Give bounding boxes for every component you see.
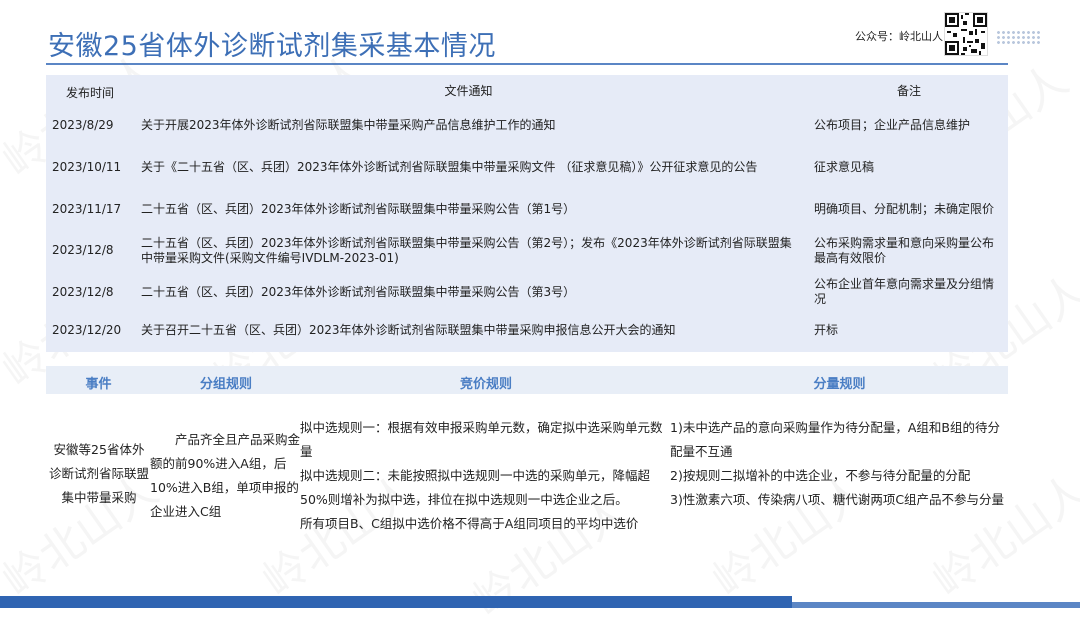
- footer-bar: [0, 596, 792, 608]
- bidding-rule-3: 所有项目B、C组拟中选价格不得高于A组同项目的平均中选价: [300, 516, 639, 531]
- row-remark: 明确项目、分配机制；未确定限价: [814, 202, 995, 216]
- row-notice: 二十五省（区、兵团）2023年体外诊断试剂省际联盟集中带量采购公告（第3号）: [141, 285, 576, 299]
- row-date: 2023/10/11: [52, 160, 122, 174]
- row-notice: 关于《二十五省（区、兵团）2023年体外诊断试剂省际联盟集中带量采购文件 （征求…: [141, 160, 758, 174]
- row-date: 2023/12/20: [52, 323, 122, 337]
- row-remark: 征求意见稿: [814, 160, 875, 174]
- row-remark: 公布企业首年意向需求量及分组情况: [814, 277, 995, 306]
- header-grouping: 分组规则: [199, 377, 252, 392]
- allocation-rule-1: 1)未中选产品的意向采购量作为待分配量，A组和B组的待分配量不互通: [670, 420, 1000, 459]
- header-notice: 文件通知: [444, 84, 493, 98]
- row-date: 2023/12/8: [52, 285, 114, 299]
- rules-table-header: 事件 分组规则 竞价规则 分量规则: [46, 366, 1008, 394]
- row-remark: 公布采购需求量和意向采购量公布最高有效限价: [814, 236, 995, 265]
- title-underline: [46, 63, 1008, 65]
- header-event: 事件: [85, 377, 112, 392]
- allocation-rule-2: 2)按规则二拟增补的中选企业，不参与待分配量的分配: [670, 468, 971, 483]
- header-allocation: 分量规则: [813, 377, 866, 392]
- header-remark: 备注: [896, 84, 921, 98]
- rule-bidding: 拟中选规则一：根据有效申报采购单元数，确定拟中选采购单元数量 拟中选规则二：未能…: [300, 416, 670, 536]
- row-notice: 关于开展2023年体外诊断试剂省际联盟集中带量采购产品信息维护工作的通知: [141, 118, 556, 132]
- footer-bar-accent: [792, 602, 1080, 608]
- row-date: 2023/12/8: [52, 243, 114, 257]
- row-date: 2023/11/17: [52, 202, 122, 216]
- bidding-rule-2: 拟中选规则二：未能按照拟中选规则一中选的采购单元，降幅超50%则增补为拟中选，排…: [300, 468, 651, 507]
- rule-event: 安徽等25省体外诊断试剂省际联盟集中带量采购: [48, 442, 149, 505]
- allocation-rule-3: 3)性激素六项、传染病八项、糖代谢两项C组产品不参与分量: [670, 492, 1005, 507]
- rule-allocation: 1)未中选产品的意向采购量作为待分配量，A组和B组的待分配量不互通 2)按规则二…: [670, 416, 1008, 512]
- row-remark: 开标: [814, 323, 839, 337]
- bidding-rule-1: 拟中选规则一：根据有效申报采购单元数，确定拟中选采购单元数量: [300, 420, 663, 459]
- page-title: 安徽25省体外诊断试剂集采基本情况: [48, 31, 496, 62]
- notice-table: 发布时间 文件通知 备注 2023/8/29 关于开展2023年体外诊断试剂省际…: [46, 75, 1008, 352]
- qr-code-icon: [944, 12, 988, 56]
- row-notice: 关于召开二十五省（区、兵团）2023年体外诊断试剂省际联盟集中带量采购申报信息公…: [141, 323, 676, 337]
- row-remark: 公布项目；企业产品信息维护: [814, 118, 971, 132]
- row-date: 2023/8/29: [52, 118, 114, 132]
- rules-table-body: 安徽等25省体外诊断试剂省际联盟集中带量采购 产品齐全且产品采购金额的前90%进…: [46, 398, 1008, 548]
- header-date: 发布时间: [66, 86, 115, 100]
- rule-grouping: 产品齐全且产品采购金额的前90%进入A组，后10%进入B组，单项申报的企业进入C…: [150, 432, 301, 519]
- decorative-dots: [996, 30, 1040, 46]
- account-label: 公众号：岭北山人: [855, 30, 943, 43]
- row-notice: 二十五省（区、兵团）2023年体外诊断试剂省际联盟集中带量采购公告（第1号）: [141, 202, 576, 216]
- header-bidding: 竞价规则: [459, 377, 512, 392]
- row-notice: 二十五省（区、兵团）2023年体外诊断试剂省际联盟集中带量采购公告（第2号）；发…: [141, 236, 792, 265]
